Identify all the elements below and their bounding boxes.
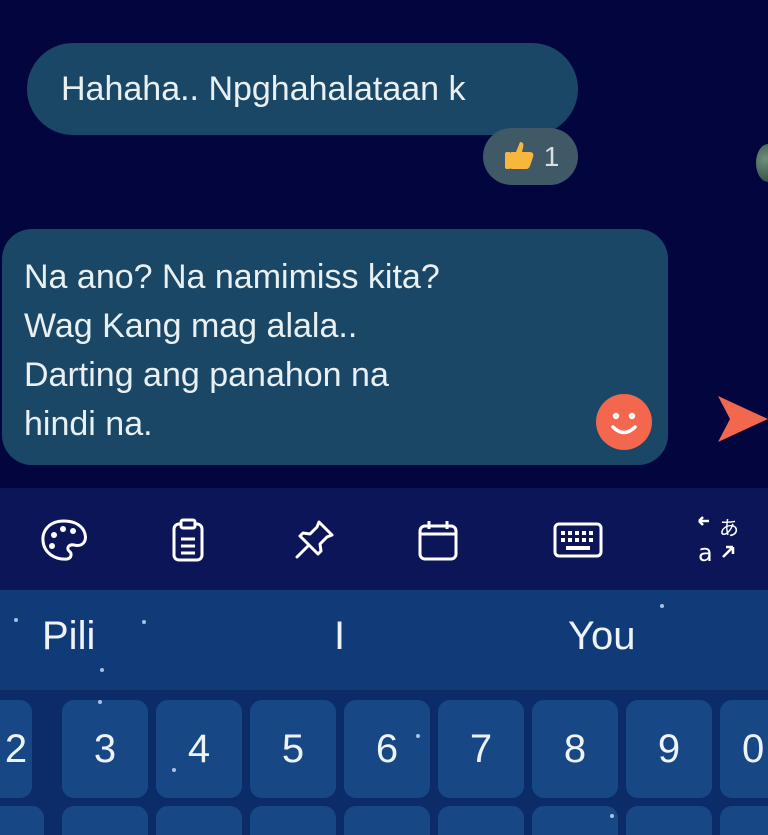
key-label: 4 — [187, 726, 211, 771]
sparkle-decoration — [416, 734, 420, 738]
key-row2[interactable] — [438, 806, 524, 835]
svg-text:a: a — [698, 539, 713, 565]
compose-line: hindi na. — [24, 405, 153, 443]
compose-line: Wag Kang mag alala.. — [24, 307, 358, 345]
smiley-icon — [611, 412, 637, 435]
keyboard-icon — [553, 522, 603, 558]
keyboard-toolbar: あ a — [0, 488, 768, 590]
message-input[interactable]: Na ano? Na namimiss kita? Wag Kang mag a… — [2, 229, 668, 465]
key-label: 3 — [93, 726, 117, 771]
key-row2[interactable] — [344, 806, 430, 835]
send-icon — [718, 396, 768, 442]
received-message-bubble[interactable]: Hahaha.. Npghahalataan k — [27, 43, 578, 135]
key-row2[interactable] — [62, 806, 148, 835]
key-row2[interactable] — [532, 806, 618, 835]
key-3[interactable]: 3 — [62, 700, 148, 798]
emoji-button[interactable] — [596, 394, 652, 450]
clipboard-button[interactable] — [162, 514, 214, 566]
sparkle-decoration — [14, 618, 18, 622]
palette-button[interactable] — [38, 514, 90, 566]
translate-button[interactable]: あ a — [692, 514, 744, 566]
translate-icon: あ a — [698, 516, 739, 565]
sparkle-decoration — [98, 700, 102, 704]
key-8[interactable]: 8 — [532, 700, 618, 798]
key-row2[interactable] — [250, 806, 336, 835]
keyboard-button[interactable] — [552, 514, 604, 566]
key-label: 7 — [469, 726, 493, 771]
pin-icon — [295, 520, 334, 559]
reaction-count: 1 — [543, 140, 560, 172]
key-row2[interactable] — [626, 806, 712, 835]
key-label: 5 — [281, 726, 305, 771]
key-4[interactable]: 4 — [156, 700, 242, 798]
clipboard-icon — [172, 518, 204, 562]
suggestion-item[interactable]: I — [334, 614, 345, 659]
suggestion-bar: Pili I You — [0, 590, 768, 690]
sparkle-decoration — [610, 814, 614, 818]
sparkle-decoration — [660, 604, 664, 608]
key-row2[interactable] — [720, 806, 768, 835]
compose-line: Na ano? Na namimiss kita? — [24, 258, 440, 296]
key-label: 0 — [742, 726, 765, 771]
avatar — [756, 144, 768, 182]
sparkle-decoration — [172, 768, 176, 772]
key-9[interactable]: 9 — [626, 700, 712, 798]
keyboard: 2 3 4 5 6 7 8 9 0 — [0, 692, 768, 835]
key-label: 6 — [375, 726, 399, 771]
key-row2[interactable] — [156, 806, 242, 835]
palette-icon — [41, 519, 87, 561]
suggestion-item[interactable]: You — [568, 614, 636, 659]
compose-line: Darting ang panahon na — [24, 356, 389, 394]
key-label: 8 — [563, 726, 587, 771]
key-label: 2 — [4, 726, 28, 771]
key-label: 9 — [657, 726, 681, 771]
key-6[interactable]: 6 — [344, 700, 430, 798]
messaging-screen: Hahaha.. Npghahalataan k 1 Na ano? Na na… — [0, 0, 768, 835]
calendar-icon — [418, 521, 458, 561]
key-2[interactable]: 2 — [0, 700, 32, 798]
sparkle-decoration — [100, 668, 104, 672]
key-7[interactable]: 7 — [438, 700, 524, 798]
key-5[interactable]: 5 — [250, 700, 336, 798]
key-0[interactable]: 0 — [720, 700, 768, 798]
calendar-button[interactable] — [412, 514, 464, 566]
pin-button[interactable] — [288, 514, 340, 566]
sparkle-decoration — [142, 620, 146, 624]
svg-text:あ: あ — [719, 516, 739, 540]
key-row2[interactable] — [0, 806, 44, 835]
thumbs-up-icon — [502, 137, 536, 176]
send-button[interactable] — [716, 392, 768, 446]
reaction-badge[interactable]: 1 — [483, 128, 578, 185]
chat-area: Hahaha.. Npghahalataan k 1 Na ano? Na na… — [0, 0, 768, 488]
suggestion-item[interactable]: Pili — [42, 614, 95, 659]
